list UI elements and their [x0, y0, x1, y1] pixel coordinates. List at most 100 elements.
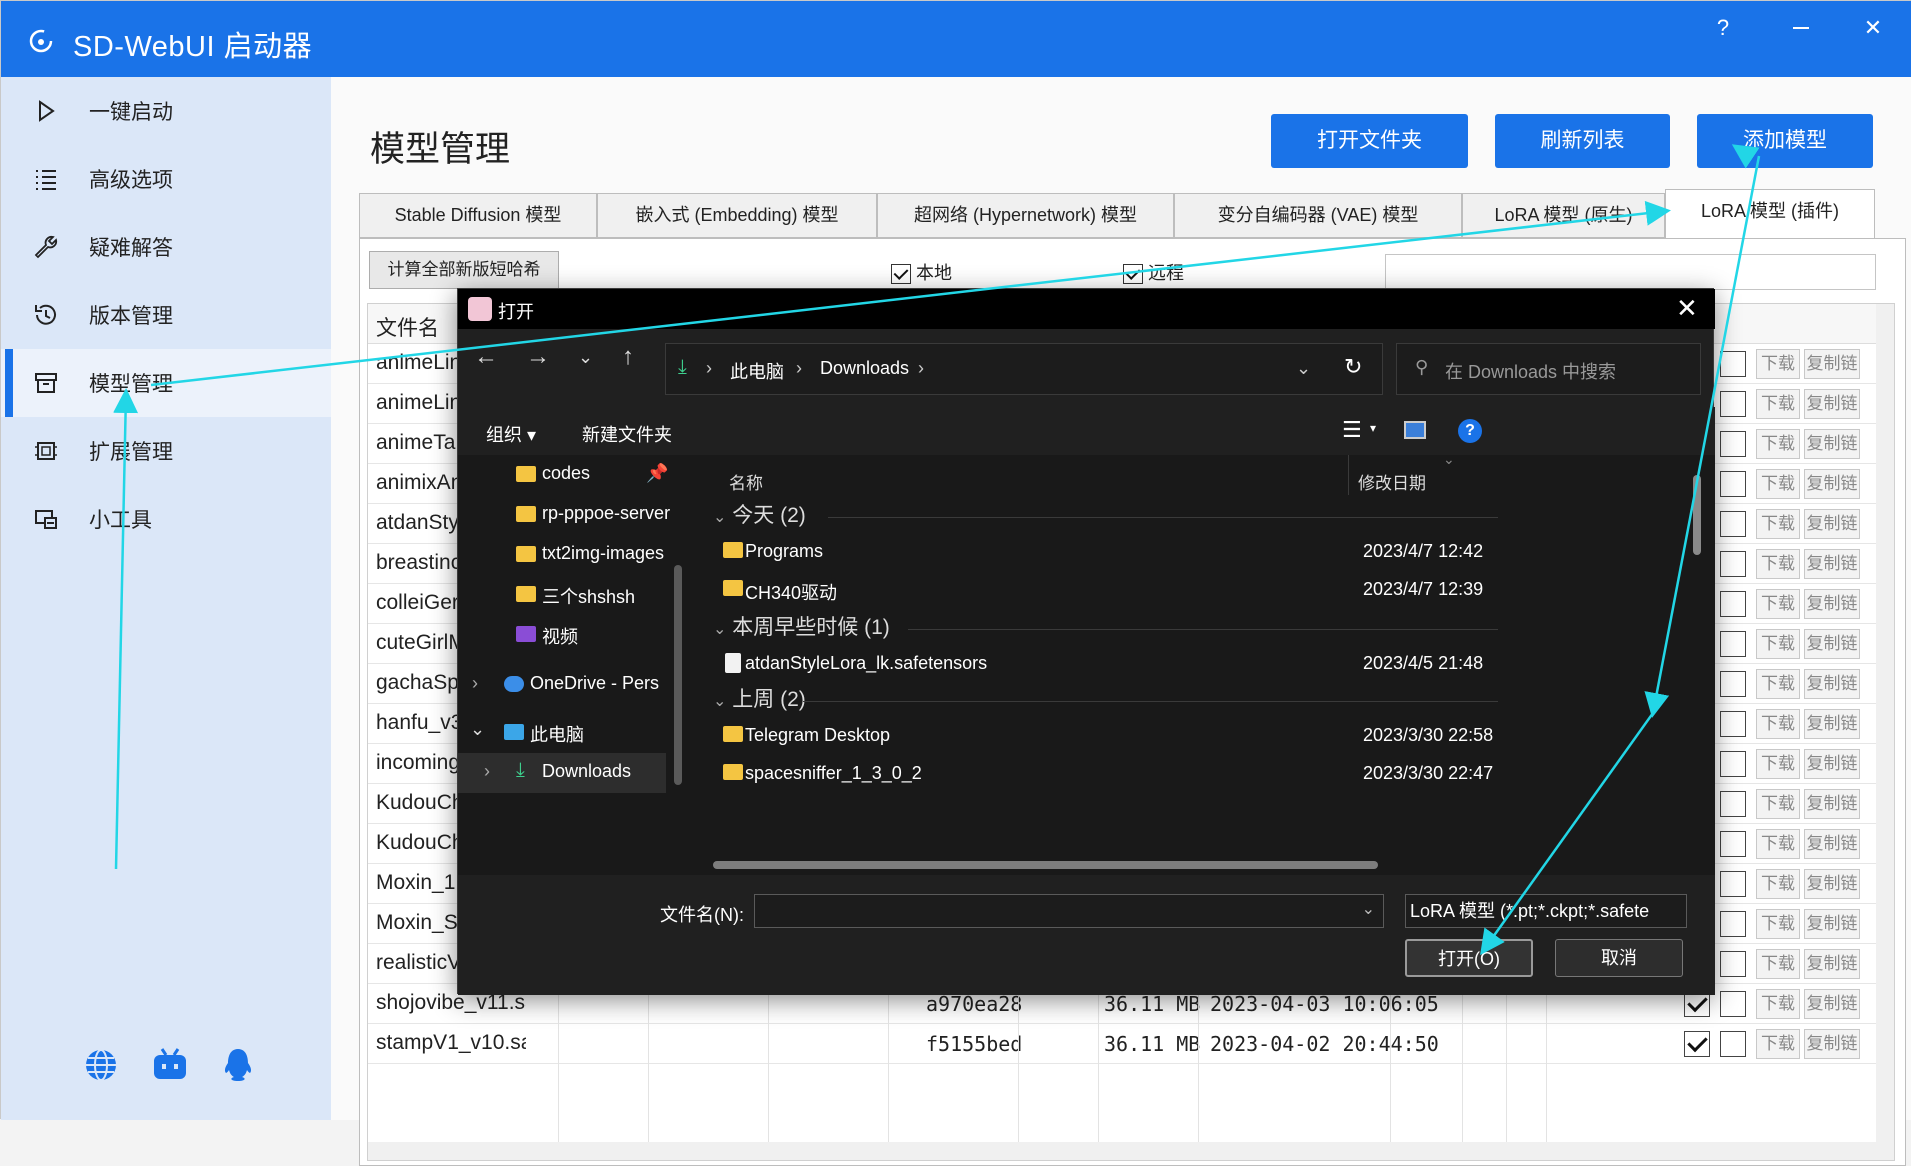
tab-hypernetwork[interactable]: 超网络 (Hypernetwork) 模型 [877, 193, 1174, 238]
address-bar[interactable]: ⤓ › 此电脑 › Downloads › ⌄ ↻ [665, 343, 1383, 395]
minimize-button[interactable] [1781, 13, 1821, 43]
remote-checkbox[interactable] [1720, 431, 1746, 457]
sidebar-item-launch[interactable]: 一键启动 [1, 77, 331, 145]
download-button[interactable]: 下载 [1756, 429, 1800, 459]
local-checkbox[interactable] [891, 264, 911, 285]
remote-checkbox[interactable] [1720, 1031, 1746, 1057]
copy-link-button[interactable]: 复制链 [1804, 429, 1860, 459]
list-item[interactable]: atdanStyleLora_lk.safetensors 2023/4/5 21… [693, 645, 1693, 683]
list-horizontal-scrollbar[interactable] [713, 861, 1378, 869]
cancel-button[interactable]: 取消 [1555, 939, 1683, 977]
remote-checkbox[interactable] [1720, 671, 1746, 697]
chevron-down-icon[interactable]: ⌄ [1362, 899, 1375, 919]
remote-checkbox[interactable] [1720, 711, 1746, 737]
download-button[interactable]: 下载 [1756, 789, 1800, 819]
filename-input[interactable]: ⌄ [754, 894, 1384, 928]
download-button[interactable]: 下载 [1756, 869, 1800, 899]
breadcrumb-downloads[interactable]: Downloads [820, 358, 909, 379]
download-button[interactable]: 下载 [1756, 629, 1800, 659]
tab-stable-diffusion[interactable]: Stable Diffusion 模型 [359, 193, 597, 238]
remote-checkbox[interactable] [1720, 591, 1746, 617]
copy-link-button[interactable]: 复制链 [1804, 749, 1860, 779]
download-button[interactable]: 下载 [1756, 909, 1800, 939]
copy-link-button[interactable]: 复制链 [1804, 709, 1860, 739]
remote-filter[interactable]: 远程 [1123, 259, 1184, 285]
horizontal-scrollbar[interactable] [368, 1142, 1894, 1160]
globe-icon[interactable] [83, 1047, 119, 1083]
copy-link-button[interactable]: 复制链 [1804, 909, 1860, 939]
copy-link-button[interactable]: 复制链 [1804, 389, 1860, 419]
tab-lora-plugin[interactable]: LoRA 模型 (插件) [1665, 189, 1875, 239]
remote-checkbox[interactable] [1720, 551, 1746, 577]
refresh-icon[interactable]: ↻ [1344, 354, 1362, 380]
new-folder-button[interactable]: 新建文件夹 [582, 421, 672, 447]
vertical-scrollbar[interactable] [1876, 304, 1894, 1142]
remote-checkbox[interactable] [1720, 631, 1746, 657]
group-header[interactable]: ⌄ 本周早些时候 (1) [713, 611, 890, 641]
sidebar-item-troubleshoot[interactable]: 疑难解答 [1, 213, 331, 281]
copy-link-button[interactable]: 复制链 [1804, 549, 1860, 579]
organize-menu[interactable]: 组织 ▾ [486, 421, 536, 447]
copy-link-button[interactable]: 复制链 [1804, 789, 1860, 819]
remote-checkbox[interactable] [1720, 391, 1746, 417]
tree-item[interactable]: 视频 [458, 615, 693, 655]
dialog-search-input[interactable]: ⚲ 在 Downloads 中搜索 [1396, 343, 1701, 395]
qq-icon[interactable] [220, 1047, 256, 1083]
expand-chevron-icon[interactable]: › [472, 673, 478, 694]
tree-item[interactable]: 三个shshsh [458, 575, 693, 615]
recent-chevron-icon[interactable]: ⌄ [578, 347, 593, 368]
remote-checkbox[interactable] [1720, 991, 1746, 1017]
remote-checkbox[interactable] [1720, 911, 1746, 937]
download-button[interactable]: 下载 [1756, 709, 1800, 739]
copy-link-button[interactable]: 复制链 [1804, 949, 1860, 979]
tree-item[interactable]: › OneDrive - Pers [458, 665, 693, 705]
local-filter[interactable]: 本地 [891, 259, 952, 285]
remote-checkbox[interactable] [1720, 511, 1746, 537]
close-button[interactable]: ✕ [1853, 13, 1893, 43]
open-folder-button[interactable]: 打开文件夹 [1271, 114, 1468, 168]
copy-link-button[interactable]: 复制链 [1804, 469, 1860, 499]
forward-icon[interactable]: → [526, 343, 550, 371]
list-vertical-scrollbar[interactable] [1693, 475, 1701, 555]
refresh-list-button[interactable]: 刷新列表 [1495, 114, 1670, 168]
download-button[interactable]: 下载 [1756, 829, 1800, 859]
list-item[interactable]: spacesniffer_1_3_0_2 2023/3/30 22:47 [693, 755, 1693, 793]
copy-link-button[interactable]: 复制链 [1804, 349, 1860, 379]
copy-link-button[interactable]: 复制链 [1804, 509, 1860, 539]
download-button[interactable]: 下载 [1756, 589, 1800, 619]
tree-item[interactable]: txt2img-images [458, 535, 693, 575]
expand-chevron-icon[interactable]: › [484, 761, 490, 782]
tree-item-selected[interactable]: › ⤓ Downloads [458, 753, 666, 793]
collapse-chevron-icon[interactable]: ⌄ [470, 719, 485, 740]
list-item[interactable]: Programs 2023/4/7 12:42 [693, 533, 1693, 571]
download-button[interactable]: 下载 [1756, 349, 1800, 379]
tree-item[interactable]: rp-pppoe-server [458, 495, 693, 535]
breadcrumb-pc[interactable]: 此电脑 [730, 358, 784, 384]
group-header[interactable]: ⌄ 上周 (2) [713, 683, 806, 713]
view-dropdown-icon[interactable]: ▾ [1370, 421, 1376, 435]
open-button[interactable]: 打开(O) [1405, 939, 1533, 977]
group-header[interactable]: ⌄ 今天 (2) [713, 499, 806, 529]
remote-checkbox[interactable] [1720, 831, 1746, 857]
col-name[interactable]: 名称 [729, 469, 763, 494]
tab-vae[interactable]: 变分自编码器 (VAE) 模型 [1174, 193, 1462, 238]
local-checkbox[interactable] [1684, 1031, 1710, 1057]
copy-link-button[interactable]: 复制链 [1804, 669, 1860, 699]
list-item[interactable]: Telegram Desktop 2023/3/30 22:58 [693, 717, 1693, 755]
remote-checkbox[interactable] [1720, 471, 1746, 497]
list-item[interactable]: CH340驱动 2023/4/7 12:39 [693, 571, 1693, 609]
copy-link-button[interactable]: 复制链 [1804, 589, 1860, 619]
copy-link-button[interactable]: 复制链 [1804, 829, 1860, 859]
remote-checkbox[interactable] [1720, 871, 1746, 897]
filetype-select[interactable]: LoRA 模型 (*.pt;*.ckpt;*.safete [1405, 894, 1687, 928]
download-button[interactable]: 下载 [1756, 469, 1800, 499]
copy-link-button[interactable]: 复制链 [1804, 989, 1860, 1019]
download-button[interactable]: 下载 [1756, 669, 1800, 699]
preview-pane-icon[interactable] [1404, 421, 1426, 439]
copy-link-button[interactable]: 复制链 [1804, 869, 1860, 899]
remote-checkbox[interactable] [1720, 351, 1746, 377]
tree-item[interactable]: ⌄ 此电脑 [458, 713, 693, 753]
remote-checkbox[interactable] [1720, 951, 1746, 977]
tree-scrollbar[interactable] [674, 565, 682, 785]
download-button[interactable]: 下载 [1756, 749, 1800, 779]
